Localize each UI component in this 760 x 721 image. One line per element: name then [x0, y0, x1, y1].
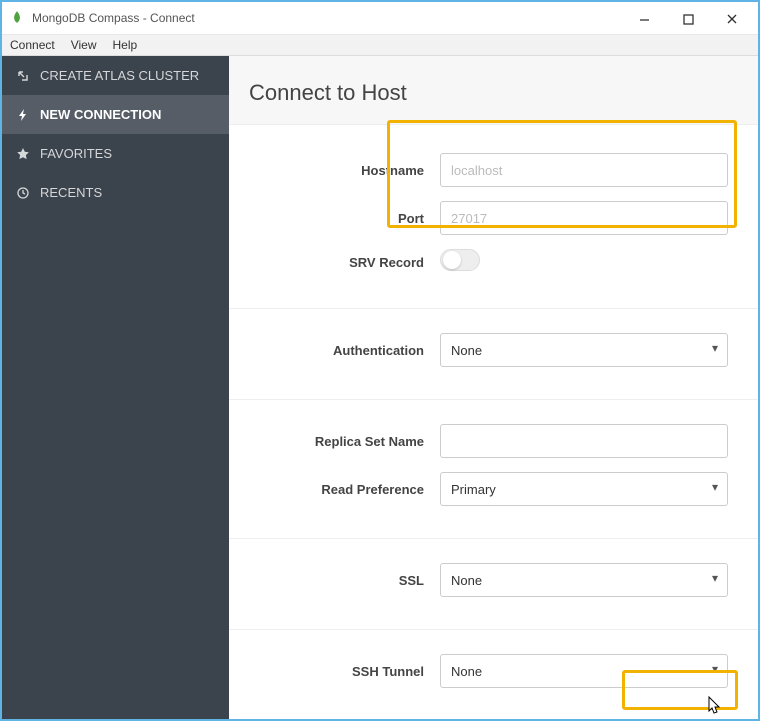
- sidebar-item-label: CREATE ATLAS CLUSTER: [40, 68, 199, 83]
- label-port: Port: [229, 211, 424, 226]
- external-link-icon: [16, 69, 30, 83]
- maximize-button[interactable]: [666, 4, 710, 32]
- sidebar-item-recents[interactable]: RECENTS: [2, 173, 229, 212]
- label-auth: Authentication: [229, 343, 424, 358]
- main-header: Connect to Host: [229, 56, 758, 125]
- history-icon: [16, 186, 30, 200]
- menu-connect[interactable]: Connect: [2, 38, 63, 52]
- window-titlebar: MongoDB Compass - Connect: [2, 2, 758, 34]
- label-replica: Replica Set Name: [229, 434, 424, 449]
- replica-set-input[interactable]: [440, 424, 728, 458]
- close-button[interactable]: [710, 4, 754, 32]
- menu-help[interactable]: Help: [105, 38, 146, 52]
- main-panel: Connect to Host Hostname Port SRV Record: [229, 56, 758, 719]
- sidebar-item-new-connection[interactable]: NEW CONNECTION: [2, 95, 229, 134]
- ssl-select[interactable]: None: [440, 563, 728, 597]
- star-icon: [16, 147, 30, 161]
- port-input[interactable]: [440, 201, 728, 235]
- sidebar-item-label: FAVORITES: [40, 146, 112, 161]
- sidebar-item-label: RECENTS: [40, 185, 102, 200]
- label-srv: SRV Record: [229, 255, 424, 270]
- menu-view[interactable]: View: [63, 38, 105, 52]
- minimize-button[interactable]: [622, 4, 666, 32]
- label-hostname: Hostname: [229, 163, 424, 178]
- ssh-tunnel-select[interactable]: None: [440, 654, 728, 688]
- page-title: Connect to Host: [249, 80, 738, 106]
- srv-toggle[interactable]: [440, 249, 480, 271]
- app-logo-icon: [10, 10, 26, 26]
- window-title: MongoDB Compass - Connect: [32, 11, 622, 25]
- label-ssh: SSH Tunnel: [229, 664, 424, 679]
- hostname-input[interactable]: [440, 153, 728, 187]
- label-readpref: Read Preference: [229, 482, 424, 497]
- menubar: Connect View Help: [2, 34, 758, 56]
- sidebar-item-create-atlas[interactable]: CREATE ATLAS CLUSTER: [2, 56, 229, 95]
- sidebar: CREATE ATLAS CLUSTER NEW CONNECTION FAVO…: [2, 56, 229, 719]
- lightning-icon: [16, 108, 30, 122]
- read-preference-select[interactable]: Primary: [440, 472, 728, 506]
- authentication-select[interactable]: None: [440, 333, 728, 367]
- sidebar-item-label: NEW CONNECTION: [40, 107, 161, 122]
- label-ssl: SSL: [229, 573, 424, 588]
- sidebar-item-favorites[interactable]: FAVORITES: [2, 134, 229, 173]
